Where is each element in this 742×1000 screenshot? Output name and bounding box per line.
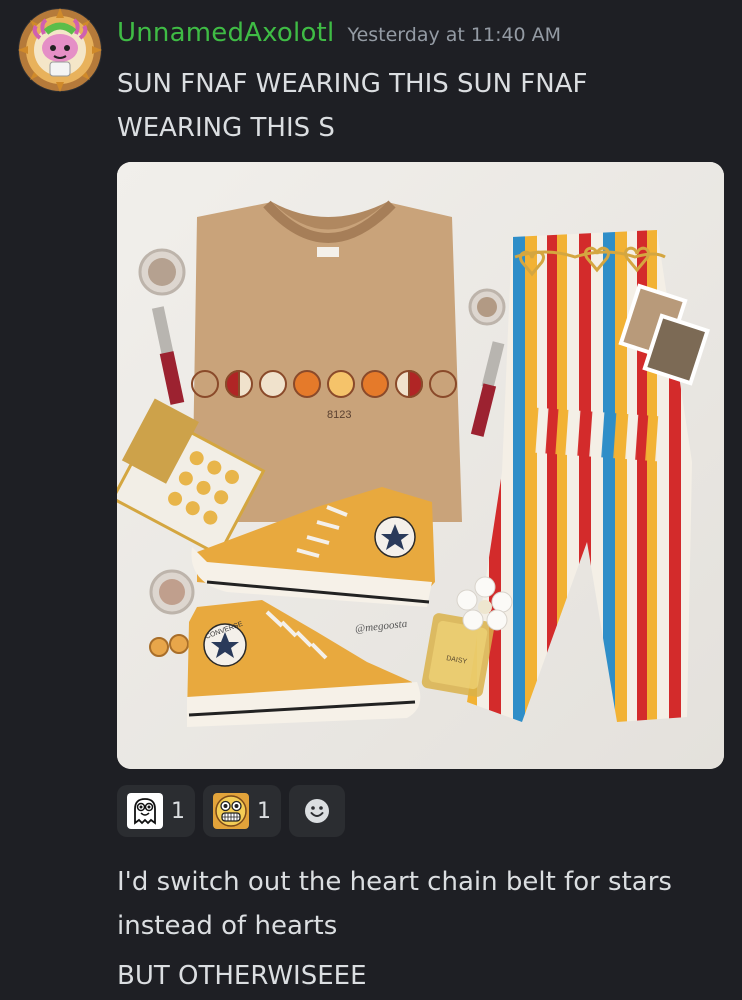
username[interactable]: UnnamedAxolotl [117, 18, 334, 48]
axolotl-avatar-icon [18, 8, 102, 92]
shirt-print-text: 8123 [327, 409, 351, 421]
message-text: BUT OTHERWISEEE [117, 961, 367, 991]
reaction-count: 1 [257, 798, 271, 824]
user-avatar[interactable] [18, 8, 102, 92]
timestamp: Yesterday at 11:40 AM [347, 24, 562, 46]
add-reaction-button[interactable] [289, 785, 345, 837]
reaction-count: 1 [171, 798, 185, 824]
smiley-icon [305, 799, 329, 823]
reaction-ghost[interactable]: 1 [117, 785, 195, 837]
chat-message: UnnamedAxolotl Yesterday at 11:40 AM SUN… [0, 0, 742, 1000]
message-header: UnnamedAxolotl Yesterday at 11:40 AM [117, 18, 561, 48]
outfit-flatlay-image: 8123 CONVERSE @megoosta DAISY [117, 162, 724, 769]
grin-emoji-icon [213, 793, 249, 829]
message-text: SUN FNAF WEARING THIS SUN FNAF WEARING T… [117, 69, 588, 143]
image-attachment[interactable]: 8123 CONVERSE @megoosta DAISY [117, 162, 724, 769]
message-text: I'd switch out the heart chain belt for … [117, 867, 672, 941]
reactions-bar: 1 1 [117, 785, 345, 837]
reaction-grin[interactable]: 1 [203, 785, 281, 837]
ghost-emoji-icon [127, 793, 163, 829]
